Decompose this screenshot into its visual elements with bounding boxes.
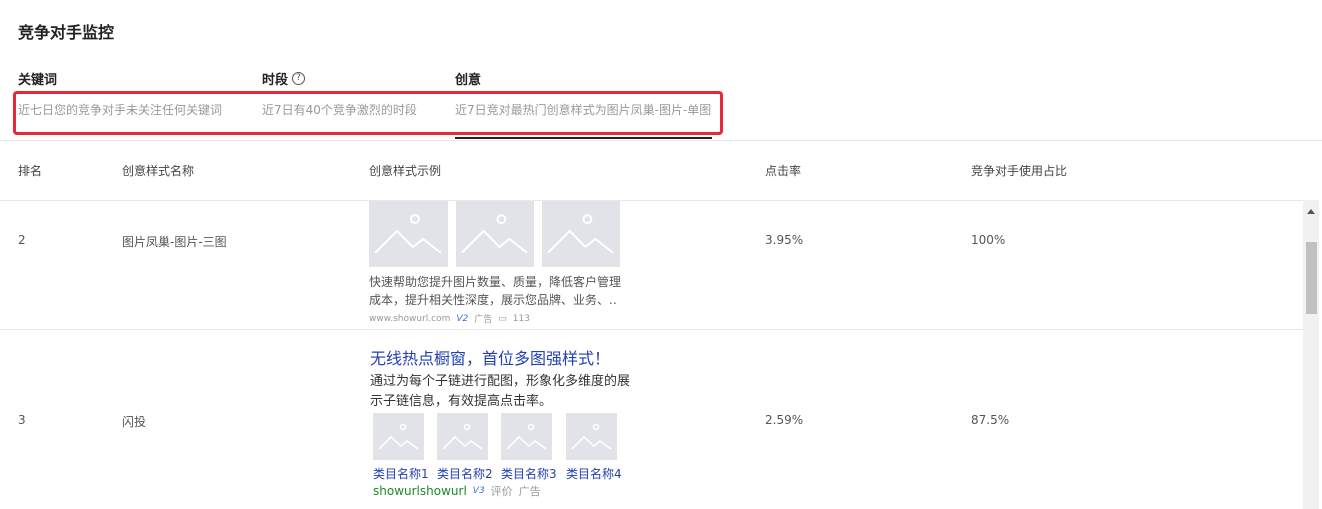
- row-ctr: 3.95%: [765, 233, 804, 247]
- comment-icon: ▭: [498, 313, 507, 324]
- category-link[interactable]: 类目名称2: [437, 465, 493, 482]
- ad-label: 广告: [518, 485, 541, 498]
- summary-heading-keywords: 关键词: [18, 69, 57, 88]
- creative-url: showurlshowurl: [373, 484, 467, 498]
- image-placeholder-icon: [369, 201, 448, 267]
- summary-heading-label: 时段: [262, 73, 289, 88]
- creative-description: 通过为每个子链进行配图，形象化多维度的展示子链信息，有效提高点击率。: [370, 374, 631, 409]
- help-icon[interactable]: ?: [292, 72, 306, 85]
- header-style-example: 创意样式示例: [369, 164, 442, 178]
- active-tab-underline: [455, 137, 712, 139]
- scroll-thumb[interactable]: [1306, 242, 1317, 314]
- row-style-name: 图片凤巢-图片-三图: [122, 235, 227, 249]
- scroll-up-arrow-icon[interactable]: [1303, 204, 1319, 214]
- vertical-scrollbar[interactable]: [1303, 200, 1319, 509]
- row-rank: 3: [18, 413, 26, 427]
- image-placeholder-icon: [542, 201, 620, 267]
- header-rank: 排名: [18, 164, 43, 178]
- summary-heading-time: 时段?: [262, 69, 306, 88]
- category-link[interactable]: 类目名称3: [501, 465, 557, 482]
- v-badge: V2: [456, 313, 469, 324]
- highlight-box: [13, 91, 723, 135]
- header-style-name: 创意样式名称: [122, 164, 195, 178]
- row-rank: 2: [18, 233, 26, 247]
- divider: [0, 329, 1303, 330]
- creative-meta: showurlshowurl V3 评价 广告: [373, 483, 541, 499]
- row-share: 87.5%: [971, 413, 1010, 427]
- image-placeholder-icon: [456, 201, 534, 267]
- image-placeholder-icon: [501, 413, 552, 460]
- page-title: 竞争对手监控: [18, 23, 115, 42]
- divider: [0, 200, 1303, 201]
- image-placeholder-icon: [437, 413, 488, 460]
- ad-label: 广告: [474, 315, 493, 325]
- summary-heading-label: 关键词: [18, 73, 58, 88]
- creative-description: 快速帮助您提升图片数量、质量，降低客户管理成本，提升相关性深度，展示您品牌、业务…: [369, 275, 622, 307]
- row-style-name: 闪投: [122, 415, 147, 429]
- category-link[interactable]: 类目名称4: [566, 465, 622, 482]
- v-badge: V3: [472, 486, 485, 496]
- creative-title: 无线热点橱窗，首位多图强样式！: [370, 349, 611, 368]
- row-ctr: 2.59%: [765, 413, 804, 427]
- category-link[interactable]: 类目名称1: [373, 465, 429, 482]
- divider: [0, 140, 1322, 141]
- image-placeholder-icon: [566, 413, 617, 460]
- row-share: 100%: [971, 233, 1006, 247]
- header-competitor-share: 竞争对手使用占比: [971, 164, 1068, 178]
- image-placeholder-icon: [373, 413, 424, 460]
- summary-heading-label: 创意: [455, 73, 482, 88]
- creative-url: www.showurl.com: [369, 313, 451, 324]
- creative-meta: www.showurl.com V2 广告 ▭ 113: [369, 312, 530, 326]
- comment-count: 113: [512, 313, 530, 324]
- summary-heading-creative: 创意: [455, 69, 481, 88]
- header-ctr: 点击率: [765, 164, 802, 178]
- review-label: 评价: [490, 485, 513, 498]
